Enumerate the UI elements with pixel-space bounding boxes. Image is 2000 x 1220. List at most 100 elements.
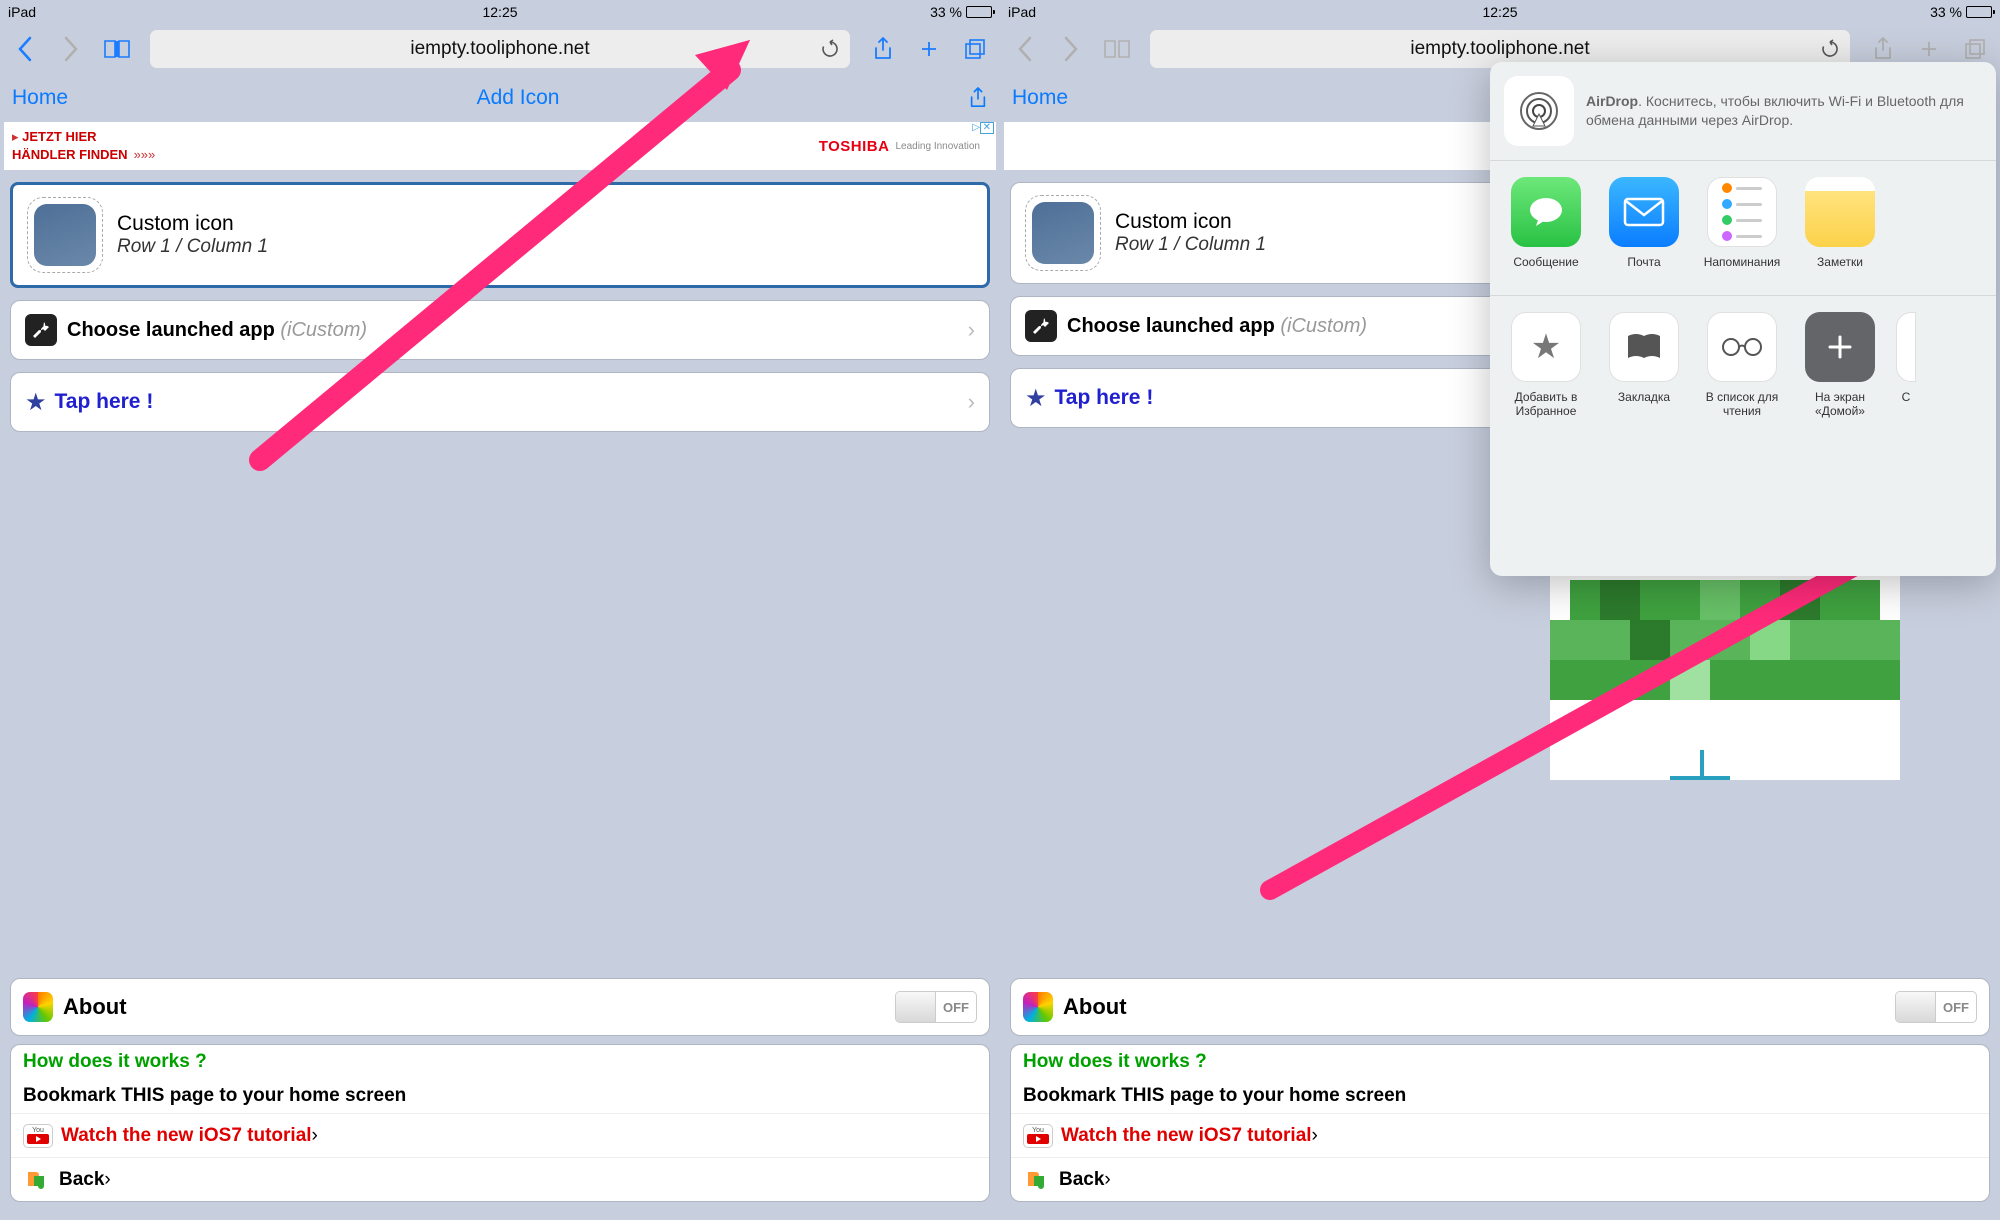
ad-close-icon[interactable]: ✕: [980, 122, 994, 134]
reload-icon[interactable]: [1820, 39, 1840, 59]
more-icon: [1896, 312, 1916, 382]
home-link[interactable]: Home: [1012, 86, 1068, 110]
home-link[interactable]: Home: [12, 86, 68, 110]
tutorial-label: Watch the new iOS7 tutorial: [61, 1125, 312, 1147]
app-label: Сообщение: [1513, 255, 1578, 283]
chevron-right-icon: ›: [312, 1125, 318, 1147]
toshiba-logo: TOSHIBA: [819, 138, 890, 155]
forward-button[interactable]: [1052, 30, 1090, 68]
reminders-icon: [1707, 177, 1777, 247]
how-title: How does it works ?: [1023, 1051, 1207, 1072]
switch-state: OFF: [1936, 992, 1976, 1022]
about-row[interactable]: About OFF: [1011, 979, 1989, 1035]
device-label: iPad: [8, 4, 36, 20]
star-icon: ★: [1025, 384, 1047, 413]
chevron-right-icon: ›: [968, 389, 975, 415]
choose-app-row[interactable]: Choose launched app (iCustom) ›: [11, 301, 989, 359]
safari-toolbar: iempty.tooliphone.net: [0, 24, 1000, 74]
ad-banner[interactable]: ▸ JETZT HIER HÄNDLER FINDEN»»» TOSHIBA L…: [4, 122, 996, 170]
action-label: На экран «Домой»: [1798, 390, 1882, 418]
page-share-icon[interactable]: [968, 86, 988, 110]
clock: 12:25: [1482, 4, 1517, 20]
choose-app-label: Choose launched app: [1067, 315, 1275, 338]
how-subtitle: Bookmark THIS page to your home screen: [1023, 1085, 1406, 1106]
choose-app-hint: (iCustom): [1280, 315, 1367, 338]
ad-line-1: JETZT HIER: [22, 129, 96, 144]
tap-here-row[interactable]: ★ Tap here ! ›: [11, 373, 989, 431]
tabs-button[interactable]: [956, 30, 994, 68]
address-bar[interactable]: iempty.tooliphone.net: [150, 30, 850, 68]
device-label: iPad: [1008, 4, 1036, 20]
forward-button[interactable]: [52, 30, 90, 68]
clock: 12:25: [482, 4, 517, 20]
action-favorite[interactable]: ★ Добавить в Избранное: [1504, 312, 1588, 418]
reload-icon[interactable]: [820, 39, 840, 59]
about-label: About: [1063, 994, 1127, 1020]
page-content: Home Add Icon ▸ JETZT HIER HÄNDLER FINDE…: [0, 74, 1000, 1220]
share-popover: AirDrop. Коснитесь, чтобы включить Wi-Fi…: [1490, 62, 1996, 576]
status-bar: iPad 12:25 33 %: [0, 0, 1000, 24]
tutorial-row[interactable]: You Watch the new iOS7 tutorial ›: [1011, 1113, 1989, 1157]
page-header: Home Add Icon: [0, 74, 1000, 122]
action-label: Закладка: [1618, 390, 1670, 418]
back-row[interactable]: Back ›: [1011, 1157, 1989, 1201]
ad-brand: TOSHIBA Leading Innovation: [819, 138, 980, 155]
about-switch[interactable]: OFF: [895, 991, 977, 1023]
left-pane: iPad 12:25 33 % iempty.tooliphone.net: [0, 0, 1000, 1220]
puzzle-icon: [23, 1167, 49, 1193]
youtube-icon: You: [23, 1124, 53, 1148]
about-row[interactable]: About OFF: [11, 979, 989, 1035]
tutorial-label: Watch the new iOS7 tutorial: [1061, 1125, 1312, 1147]
youtube-icon: You: [1023, 1124, 1053, 1148]
bookmarks-button[interactable]: [98, 30, 136, 68]
tutorial-row[interactable]: You Watch the new iOS7 tutorial ›: [11, 1113, 989, 1157]
action-more[interactable]: С: [1896, 312, 1916, 418]
back-button[interactable]: [1006, 30, 1044, 68]
action-homescreen[interactable]: На экран «Домой»: [1798, 312, 1882, 418]
back-label: Back: [59, 1169, 104, 1191]
chevron-right-icon: ›: [968, 317, 975, 343]
share-app-messages[interactable]: Сообщение: [1504, 177, 1588, 283]
share-actions-row: ★ Добавить в Избранное Закладка В список…: [1490, 296, 1996, 430]
chevron-right-icon: ›: [104, 1169, 110, 1191]
mail-icon: [1609, 177, 1679, 247]
glasses-icon: [1707, 312, 1777, 382]
about-label: About: [63, 994, 127, 1020]
custom-icon-subtitle: Row 1 / Column 1: [1115, 234, 1266, 256]
custom-icon-title: Custom icon: [1115, 210, 1266, 234]
bookmarks-button[interactable]: [1098, 30, 1136, 68]
how-subtitle: Bookmark THIS page to your home screen: [23, 1085, 406, 1106]
tap-here-panel: ★ Tap here ! ›: [10, 372, 990, 432]
bottom-section: About OFF How does it works ? Bookmark T…: [0, 978, 1000, 1210]
share-button[interactable]: [864, 30, 902, 68]
app-label: Заметки: [1817, 255, 1863, 283]
battery-status: 33 %: [930, 4, 992, 20]
tap-here-label: Tap here !: [1055, 386, 1154, 410]
share-app-notes[interactable]: Заметки: [1798, 177, 1882, 283]
battery-pct: 33 %: [1930, 4, 1962, 20]
airdrop-row[interactable]: AirDrop. Коснитесь, чтобы включить Wi-Fi…: [1504, 76, 1982, 146]
ad-line-2: HÄNDLER FINDEN: [12, 147, 128, 162]
share-app-mail[interactable]: Почта: [1602, 177, 1686, 283]
custom-icon-panel[interactable]: Custom icon Row 1 / Column 1: [10, 182, 990, 288]
choose-app-label: Choose launched app: [67, 319, 275, 342]
battery-status: 33 %: [1930, 4, 1992, 20]
pixelated-image: [1550, 560, 1900, 780]
action-bookmark[interactable]: Закладка: [1602, 312, 1686, 418]
status-bar: iPad 12:25 33 %: [1000, 0, 2000, 24]
new-tab-button[interactable]: [910, 30, 948, 68]
airdrop-icon: [1504, 76, 1574, 146]
about-switch[interactable]: OFF: [1895, 991, 1977, 1023]
ad-tagline: Leading Innovation: [895, 141, 980, 152]
back-row[interactable]: Back ›: [11, 1157, 989, 1201]
icon-preview: [27, 197, 103, 273]
page-title: Add Icon: [477, 86, 560, 110]
action-readinglist[interactable]: В список для чтения: [1700, 312, 1784, 418]
chevron-right-icon: ›: [1104, 1169, 1110, 1191]
custom-icon-title: Custom icon: [117, 212, 268, 236]
bottom-section: About OFF How does it works ? Bookmark T…: [1000, 978, 2000, 1210]
back-button[interactable]: [6, 30, 44, 68]
share-app-reminders[interactable]: Напоминания: [1700, 177, 1784, 283]
battery-icon: [966, 6, 992, 18]
tap-here-label: Tap here !: [55, 390, 154, 414]
